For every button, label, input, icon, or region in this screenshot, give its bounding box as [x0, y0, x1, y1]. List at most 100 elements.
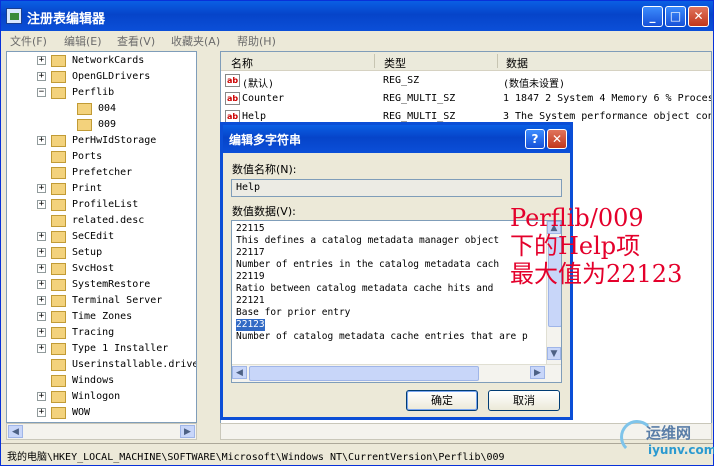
- expand-icon[interactable]: +: [37, 136, 46, 145]
- tree-item[interactable]: + SeCEdit: [7, 229, 196, 245]
- tree-item[interactable]: + SystemRestore: [7, 277, 196, 293]
- tree-item[interactable]: + OpenGLDrivers: [7, 69, 196, 85]
- registry-tree[interactable]: + NetworkCards + OpenGLDrivers − Perflib 004 00…: [6, 51, 197, 423]
- folder-icon: [51, 295, 66, 307]
- tree-item[interactable]: − Perflib: [7, 85, 196, 101]
- folder-icon: [51, 199, 66, 211]
- tree-item-label: Windows: [72, 375, 115, 386]
- maximize-button[interactable]: □: [665, 6, 686, 27]
- tree-item[interactable]: + SvcHost: [7, 261, 196, 277]
- dialog-title-bar[interactable]: 编辑多字符串 ? ✕: [223, 125, 570, 153]
- data-horizontal-scrollbar[interactable]: ◀ ▶: [232, 364, 561, 382]
- tree-item-label: PerHwIdStorage: [72, 135, 157, 146]
- ok-button[interactable]: 确定: [406, 390, 478, 411]
- watermark-logo: 运维网 iyunv.com: [620, 418, 714, 462]
- expand-icon[interactable]: +: [37, 296, 46, 305]
- folder-icon: [51, 215, 66, 227]
- expand-icon[interactable]: +: [37, 72, 46, 81]
- expand-icon[interactable]: +: [37, 232, 46, 241]
- scroll-left-arrow-icon[interactable]: ◀: [232, 366, 247, 379]
- menu-view[interactable]: 查看(V): [117, 33, 155, 49]
- window-title: 注册表编辑器: [27, 12, 106, 27]
- scroll-left-arrow-icon[interactable]: ◀: [8, 425, 23, 438]
- scroll-right-arrow-icon[interactable]: ▶: [530, 366, 545, 379]
- regedit-icon: [6, 8, 22, 24]
- tree-item-label: ProfileList: [72, 199, 139, 210]
- list-row[interactable]: ab Counter REG_MULTI_SZ 1 1847 2 System 4 M…: [221, 90, 711, 107]
- expand-icon[interactable]: +: [37, 264, 46, 273]
- column-header-name[interactable]: 名称: [231, 55, 253, 71]
- tree-item-label: SystemRestore: [72, 279, 151, 290]
- expand-icon[interactable]: +: [37, 280, 46, 289]
- dialog-title: 编辑多字符串: [229, 133, 302, 147]
- tree-item[interactable]: Ports: [7, 149, 196, 165]
- folder-icon: [51, 343, 66, 355]
- cancel-button[interactable]: 取消: [488, 390, 560, 411]
- menu-file[interactable]: 文件(F): [10, 33, 47, 49]
- tree-item-label: Perflib: [72, 87, 115, 98]
- expand-icon[interactable]: +: [37, 408, 46, 417]
- tree-item[interactable]: + Print: [7, 181, 196, 197]
- folder-icon: [51, 87, 66, 99]
- help-button[interactable]: ?: [525, 129, 545, 149]
- tree-item[interactable]: 009: [7, 117, 196, 133]
- watermark-url: iyunv.com: [648, 443, 714, 457]
- tree-item-label: Prefetcher: [72, 167, 133, 178]
- tree-item[interactable]: + ProfileList: [7, 197, 196, 213]
- tree-item[interactable]: + WOW: [7, 405, 196, 421]
- watermark-text: 运维网: [646, 424, 692, 442]
- close-button[interactable]: ✕: [688, 6, 709, 27]
- list-cell-data: 3 The System performance object con: [503, 111, 712, 122]
- title-bar[interactable]: 注册表编辑器 _ □ ✕: [1, 1, 713, 31]
- menu-favorites[interactable]: 收藏夹(A): [171, 33, 220, 49]
- expand-icon[interactable]: +: [37, 392, 46, 401]
- value-name-field[interactable]: Help: [231, 179, 562, 197]
- tree-item[interactable]: Userinstallable.drive: [7, 357, 196, 373]
- column-header-data[interactable]: 数据: [506, 55, 528, 71]
- tree-item[interactable]: + PerHwIdStorage: [7, 133, 196, 149]
- tree-item[interactable]: Windows: [7, 373, 196, 389]
- tree-item[interactable]: related.desc: [7, 213, 196, 229]
- tree-item[interactable]: + Time Zones: [7, 309, 196, 325]
- tree-item[interactable]: Prefetcher: [7, 165, 196, 181]
- folder-icon: [51, 391, 66, 403]
- tree-item-label: related.desc: [72, 215, 145, 226]
- menu-bar: 文件(F) 编辑(E) 查看(V) 收藏夹(A) 帮助(H): [1, 31, 713, 48]
- expand-icon[interactable]: +: [37, 248, 46, 257]
- folder-icon: [51, 359, 66, 371]
- column-divider[interactable]: [374, 54, 375, 68]
- expand-icon[interactable]: +: [37, 328, 46, 337]
- list-row[interactable]: ab (默认) REG_SZ (数值未设置): [221, 72, 711, 90]
- tree-item[interactable]: + NetworkCards: [7, 53, 196, 69]
- data-line: Base for prior entry: [236, 307, 351, 318]
- tree-item[interactable]: + Tracing: [7, 325, 196, 341]
- menu-edit[interactable]: 编辑(E): [64, 33, 102, 49]
- tree-item[interactable]: + Terminal Server: [7, 293, 196, 309]
- expand-icon[interactable]: +: [37, 312, 46, 321]
- minimize-button[interactable]: _: [642, 6, 663, 27]
- expand-icon[interactable]: +: [37, 344, 46, 353]
- tree-item[interactable]: + Winlogon: [7, 389, 196, 405]
- expand-icon[interactable]: +: [37, 184, 46, 193]
- horizontal-scroll-thumb[interactable]: [249, 366, 479, 381]
- folder-icon: [51, 151, 66, 163]
- tree-horizontal-scrollbar[interactable]: ◀ ▶: [6, 423, 197, 440]
- dialog-close-button[interactable]: ✕: [547, 129, 567, 149]
- tree-item[interactable]: 004: [7, 101, 196, 117]
- menu-help[interactable]: 帮助(H): [237, 33, 276, 49]
- column-divider[interactable]: [497, 54, 498, 68]
- tree-item-label: SvcHost: [72, 263, 115, 274]
- list-cell-type: REG_SZ: [383, 75, 420, 86]
- expand-icon[interactable]: +: [37, 200, 46, 209]
- folder-icon: [51, 263, 66, 275]
- tree-item-label: Terminal Server: [72, 295, 163, 306]
- expand-icon[interactable]: +: [37, 56, 46, 65]
- scroll-down-arrow-icon[interactable]: ▼: [547, 347, 561, 360]
- folder-icon: [51, 407, 66, 419]
- column-header-type[interactable]: 类型: [384, 55, 406, 71]
- collapse-icon[interactable]: −: [37, 88, 46, 97]
- scroll-right-arrow-icon[interactable]: ▶: [180, 425, 195, 438]
- tree-item[interactable]: + Type 1 Installer: [7, 341, 196, 357]
- folder-icon: [51, 55, 66, 67]
- tree-item[interactable]: + Setup: [7, 245, 196, 261]
